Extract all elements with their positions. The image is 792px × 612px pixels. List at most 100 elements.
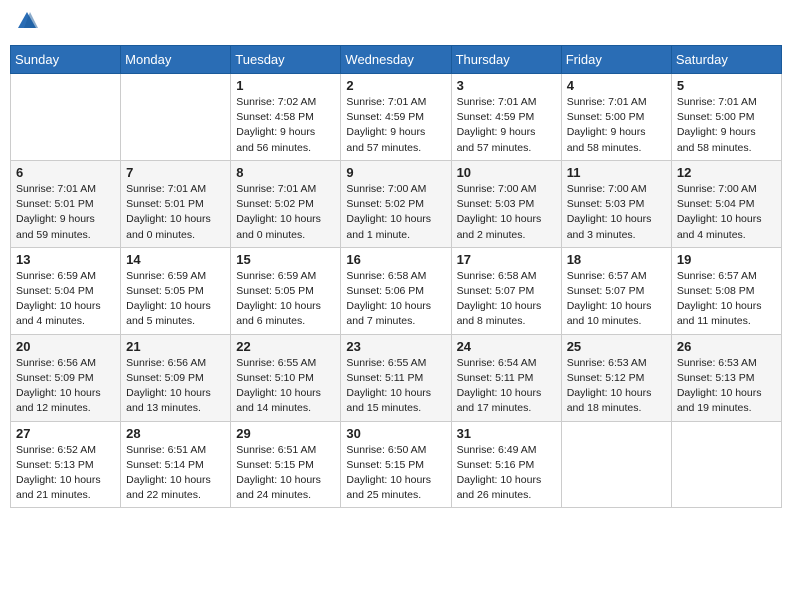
day-number: 23 [346, 339, 445, 354]
calendar-cell: 10 Sunrise: 7:00 AM Sunset: 5:03 PM Dayli… [451, 160, 561, 247]
day-info: Sunrise: 6:58 AM Sunset: 5:07 PM Dayligh… [457, 269, 556, 330]
calendar-cell: 29 Sunrise: 6:51 AM Sunset: 5:15 PM Dayli… [231, 421, 341, 508]
day-number: 12 [677, 165, 776, 180]
calendar-cell: 27 Sunrise: 6:52 AM Sunset: 5:13 PM Dayli… [11, 421, 121, 508]
calendar-cell: 21 Sunrise: 6:56 AM Sunset: 5:09 PM Dayli… [121, 334, 231, 421]
weekday-header-sunday: Sunday [11, 46, 121, 74]
weekday-header-row: SundayMondayTuesdayWednesdayThursdayFrid… [11, 46, 782, 74]
day-info: Sunrise: 7:00 AM Sunset: 5:03 PM Dayligh… [457, 182, 556, 243]
calendar-cell: 20Sunrise: 6:56 AM Sunset: 5:09 PM Dayli… [11, 334, 121, 421]
day-number: 21 [126, 339, 225, 354]
calendar-cell: 13 Sunrise: 6:59 AM Sunset: 5:04 PM Dayli… [11, 247, 121, 334]
logo-text [14, 10, 38, 37]
calendar-cell: 17Sunrise: 6:58 AM Sunset: 5:07 PM Dayli… [451, 247, 561, 334]
day-number: 5 [677, 78, 776, 93]
day-info: Sunrise: 7:01 AM Sunset: 5:01 PM Dayligh… [16, 182, 115, 243]
day-number: 27 [16, 426, 115, 441]
day-info: Sunrise: 7:01 AM Sunset: 5:01 PM Dayligh… [126, 182, 225, 243]
weekday-header-thursday: Thursday [451, 46, 561, 74]
day-info: Sunrise: 7:01 AM Sunset: 5:00 PM Dayligh… [677, 95, 776, 156]
day-info: Sunrise: 6:55 AM Sunset: 5:11 PM Dayligh… [346, 356, 445, 417]
week-row-3: 13 Sunrise: 6:59 AM Sunset: 5:04 PM Dayli… [11, 247, 782, 334]
weekday-header-tuesday: Tuesday [231, 46, 341, 74]
day-info: Sunrise: 6:58 AM Sunset: 5:06 PM Dayligh… [346, 269, 445, 330]
calendar-cell: 23 Sunrise: 6:55 AM Sunset: 5:11 PM Dayli… [341, 334, 451, 421]
weekday-header-wednesday: Wednesday [341, 46, 451, 74]
day-info: Sunrise: 7:02 AM Sunset: 4:58 PM Dayligh… [236, 95, 335, 156]
calendar-cell: 8Sunrise: 7:01 AM Sunset: 5:02 PM Daylig… [231, 160, 341, 247]
calendar-cell: 5 Sunrise: 7:01 AM Sunset: 5:00 PM Daylig… [671, 74, 781, 161]
calendar-cell: 3 Sunrise: 7:01 AM Sunset: 4:59 PM Daylig… [451, 74, 561, 161]
day-number: 15 [236, 252, 335, 267]
day-info: Sunrise: 6:59 AM Sunset: 5:04 PM Dayligh… [16, 269, 115, 330]
day-info: Sunrise: 6:53 AM Sunset: 5:13 PM Dayligh… [677, 356, 776, 417]
day-number: 10 [457, 165, 556, 180]
calendar-cell: 9 Sunrise: 7:00 AM Sunset: 5:02 PM Daylig… [341, 160, 451, 247]
week-row-1: 1 Sunrise: 7:02 AM Sunset: 4:58 PM Daylig… [11, 74, 782, 161]
calendar-cell: 22Sunrise: 6:55 AM Sunset: 5:10 PM Dayli… [231, 334, 341, 421]
day-info: Sunrise: 7:01 AM Sunset: 5:00 PM Dayligh… [567, 95, 666, 156]
day-info: Sunrise: 6:50 AM Sunset: 5:15 PM Dayligh… [346, 443, 445, 504]
day-info: Sunrise: 7:00 AM Sunset: 5:02 PM Dayligh… [346, 182, 445, 243]
calendar-cell: 4 Sunrise: 7:01 AM Sunset: 5:00 PM Daylig… [561, 74, 671, 161]
day-number: 6 [16, 165, 115, 180]
day-info: Sunrise: 6:53 AM Sunset: 5:12 PM Dayligh… [567, 356, 666, 417]
day-info: Sunrise: 6:51 AM Sunset: 5:14 PM Dayligh… [126, 443, 225, 504]
day-info: Sunrise: 6:56 AM Sunset: 5:09 PM Dayligh… [126, 356, 225, 417]
day-info: Sunrise: 6:49 AM Sunset: 5:16 PM Dayligh… [457, 443, 556, 504]
day-number: 19 [677, 252, 776, 267]
calendar-cell [121, 74, 231, 161]
calendar-cell: 31 Sunrise: 6:49 AM Sunset: 5:16 PM Dayli… [451, 421, 561, 508]
logo-icon [16, 10, 38, 32]
calendar-cell: 26 Sunrise: 6:53 AM Sunset: 5:13 PM Dayli… [671, 334, 781, 421]
calendar-cell: 19 Sunrise: 6:57 AM Sunset: 5:08 PM Dayli… [671, 247, 781, 334]
calendar-cell: 28Sunrise: 6:51 AM Sunset: 5:14 PM Dayli… [121, 421, 231, 508]
day-number: 26 [677, 339, 776, 354]
day-info: Sunrise: 7:00 AM Sunset: 5:04 PM Dayligh… [677, 182, 776, 243]
day-info: Sunrise: 6:59 AM Sunset: 5:05 PM Dayligh… [236, 269, 335, 330]
day-info: Sunrise: 7:01 AM Sunset: 4:59 PM Dayligh… [457, 95, 556, 156]
logo [14, 10, 38, 37]
calendar-cell: 15 Sunrise: 6:59 AM Sunset: 5:05 PM Dayli… [231, 247, 341, 334]
day-number: 31 [457, 426, 556, 441]
calendar-cell: 30 Sunrise: 6:50 AM Sunset: 5:15 PM Dayli… [341, 421, 451, 508]
day-info: Sunrise: 6:54 AM Sunset: 5:11 PM Dayligh… [457, 356, 556, 417]
day-info: Sunrise: 7:00 AM Sunset: 5:03 PM Dayligh… [567, 182, 666, 243]
calendar-cell [11, 74, 121, 161]
day-number: 1 [236, 78, 335, 93]
page-header [10, 10, 782, 37]
calendar-cell: 25 Sunrise: 6:53 AM Sunset: 5:12 PM Dayli… [561, 334, 671, 421]
day-info: Sunrise: 6:59 AM Sunset: 5:05 PM Dayligh… [126, 269, 225, 330]
day-number: 25 [567, 339, 666, 354]
calendar-cell: 16 Sunrise: 6:58 AM Sunset: 5:06 PM Dayli… [341, 247, 451, 334]
day-number: 11 [567, 165, 666, 180]
weekday-header-monday: Monday [121, 46, 231, 74]
day-number: 16 [346, 252, 445, 267]
day-number: 13 [16, 252, 115, 267]
calendar-cell: 11 Sunrise: 7:00 AM Sunset: 5:03 PM Dayli… [561, 160, 671, 247]
week-row-4: 20Sunrise: 6:56 AM Sunset: 5:09 PM Dayli… [11, 334, 782, 421]
calendar-cell: 2Sunrise: 7:01 AM Sunset: 4:59 PM Daylig… [341, 74, 451, 161]
day-number: 3 [457, 78, 556, 93]
day-info: Sunrise: 6:52 AM Sunset: 5:13 PM Dayligh… [16, 443, 115, 504]
weekday-header-friday: Friday [561, 46, 671, 74]
calendar-cell: 14Sunrise: 6:59 AM Sunset: 5:05 PM Dayli… [121, 247, 231, 334]
day-number: 4 [567, 78, 666, 93]
day-info: Sunrise: 6:51 AM Sunset: 5:15 PM Dayligh… [236, 443, 335, 504]
calendar-table: SundayMondayTuesdayWednesdayThursdayFrid… [10, 45, 782, 508]
calendar-body: 1 Sunrise: 7:02 AM Sunset: 4:58 PM Daylig… [11, 74, 782, 508]
day-number: 18 [567, 252, 666, 267]
day-info: Sunrise: 6:57 AM Sunset: 5:08 PM Dayligh… [677, 269, 776, 330]
calendar-cell: 7 Sunrise: 7:01 AM Sunset: 5:01 PM Daylig… [121, 160, 231, 247]
day-number: 22 [236, 339, 335, 354]
day-number: 9 [346, 165, 445, 180]
day-number: 7 [126, 165, 225, 180]
calendar-cell: 6 Sunrise: 7:01 AM Sunset: 5:01 PM Daylig… [11, 160, 121, 247]
weekday-header-saturday: Saturday [671, 46, 781, 74]
calendar-cell [561, 421, 671, 508]
day-number: 24 [457, 339, 556, 354]
day-number: 29 [236, 426, 335, 441]
day-number: 30 [346, 426, 445, 441]
week-row-5: 27 Sunrise: 6:52 AM Sunset: 5:13 PM Dayli… [11, 421, 782, 508]
calendar-cell [671, 421, 781, 508]
